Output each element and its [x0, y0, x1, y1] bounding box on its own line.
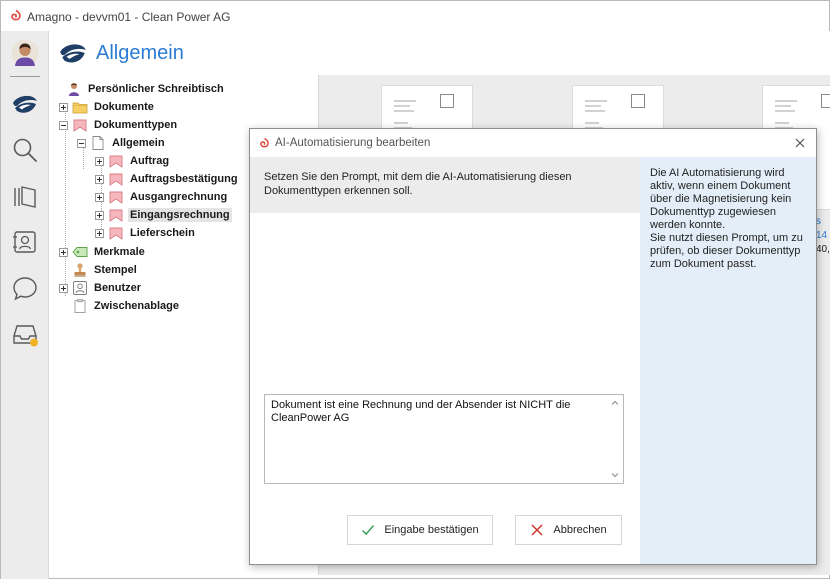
tree-item-label: Benutzer [94, 282, 142, 294]
expand-icon[interactable] [95, 174, 104, 184]
tree-item-zwischenablage[interactable]: Zwischenablage [59, 297, 181, 315]
preview-edge-text-1: s 14 [816, 216, 828, 241]
tree-item-label: Persönlicher Schreibtisch [88, 83, 224, 95]
tree-item-label: Zwischenablage [94, 300, 179, 312]
tree-item-stempel[interactable]: Stempel [59, 261, 139, 279]
folder-icon [72, 102, 88, 114]
amagno-logo-icon [60, 44, 86, 63]
bookmark-icon [109, 227, 123, 240]
collapse-icon[interactable] [77, 138, 86, 148]
amagno-app-icon [11, 10, 21, 21]
cancel-x-icon [531, 524, 543, 536]
scroll-down-icon[interactable] [611, 471, 619, 479]
bookmark-icon [109, 155, 123, 168]
close-icon[interactable] [793, 136, 807, 150]
expand-icon[interactable] [59, 283, 68, 293]
cancel-button-label: Abbrechen [553, 524, 607, 536]
window-title: Amagno - devvm01 - Clean Power AG [27, 10, 231, 24]
bookmark-icon [109, 209, 123, 222]
dialog-titlebar: AI-Automatisierung bearbeiten [250, 129, 816, 157]
tree-item-dokumente[interactable]: Dokumente [59, 98, 156, 116]
clipboard-icon [74, 299, 86, 313]
page-title: Allgemein [96, 42, 184, 64]
tree-item-benutzer[interactable]: Benutzer [59, 279, 143, 297]
scroll-up-icon[interactable] [611, 399, 619, 407]
preview-edge-text-2: 40, [816, 244, 830, 255]
expand-icon[interactable] [95, 228, 104, 238]
tree-item-label: Ausgangrechnung [130, 191, 228, 203]
prompt-instruction-label: Setzen Sie den Prompt, mit dem die AI-Au… [264, 171, 572, 197]
tag-icon [72, 247, 88, 257]
expand-icon[interactable] [59, 102, 68, 112]
tree-item-label: Lieferschein [130, 227, 195, 239]
checkmark-icon [362, 525, 375, 536]
amagno-logo-icon[interactable] [11, 89, 39, 117]
tree-item-label: Allgemein [112, 137, 165, 149]
contacts-icon[interactable] [11, 228, 39, 256]
stamp-icon [74, 263, 86, 277]
tree-item-auftragsbestaetigung[interactable]: Auftragsbestätigung [95, 170, 240, 188]
expand-icon[interactable] [95, 156, 104, 166]
tree-item-merkmale[interactable]: Merkmale [59, 243, 147, 261]
document-icon [92, 136, 104, 150]
expand-icon[interactable] [95, 192, 104, 202]
window-titlebar: Amagno - devvm01 - Clean Power AG [1, 1, 829, 31]
tree-item-label: Dokumente [94, 101, 154, 113]
person-icon [69, 83, 79, 96]
search-icon[interactable] [11, 136, 39, 164]
prompt-textarea[interactable]: Dokument ist eine Rechnung und der Absen… [264, 394, 624, 484]
prompt-scrollbar[interactable] [607, 395, 623, 483]
prompt-instruction-panel: Setzen Sie den Prompt, mit dem die AI-Au… [250, 157, 640, 213]
info-text-content: Die AI Automatisierung wird aktiv, wenn … [650, 167, 803, 270]
info-text: Die AI Automatisierung wird aktiv, wenn … [650, 167, 812, 271]
tree-item-label: Dokumenttypen [94, 119, 178, 131]
app-window: Amagno - devvm01 - Clean Power AG Allgem… [0, 0, 830, 579]
ai-automation-dialog: AI-Automatisierung bearbeiten Setzen Sie… [249, 128, 817, 565]
preview-edge-text: s 14 40, [816, 215, 830, 257]
confirm-button[interactable]: Eingabe bestätigen [347, 515, 493, 545]
library-icon[interactable] [11, 183, 39, 211]
tree-item-dokumenttypen[interactable]: Dokumenttypen [59, 116, 179, 134]
tree-item-lieferschein[interactable]: Lieferschein [95, 224, 197, 242]
user-icon [73, 281, 87, 295]
tree-item-auftrag[interactable]: Auftrag [95, 152, 171, 170]
bookmark-icon [109, 191, 123, 204]
cancel-button[interactable]: Abbrechen [515, 515, 622, 545]
tree-item-label: Merkmale [94, 246, 145, 258]
confirm-button-label: Eingabe bestätigen [384, 524, 479, 536]
tree-item-persoenlicher-schreibtisch[interactable]: Persönlicher Schreibtisch [53, 80, 226, 98]
tree-item-label: Auftrag [130, 155, 170, 167]
tree-item-label-selected: Eingangsrechnung [128, 208, 232, 222]
chat-icon[interactable] [11, 274, 39, 302]
inbox-icon[interactable] [11, 320, 39, 348]
avatar[interactable] [11, 39, 39, 67]
tree-item-ausgangrechnung[interactable]: Ausgangrechnung [95, 188, 229, 206]
tree-item-eingangsrechnung[interactable]: Eingangsrechnung [95, 206, 232, 224]
bookmark-icon [73, 119, 87, 132]
tree-item-allgemein[interactable]: Allgemein [77, 134, 167, 152]
prompt-text-value: Dokument ist eine Rechnung und der Absen… [271, 399, 571, 424]
expand-icon[interactable] [95, 210, 104, 220]
collapse-icon[interactable] [59, 120, 68, 130]
nav-separator [10, 76, 40, 77]
page-header: Allgemein [50, 31, 830, 75]
tree-item-label: Auftragsbestätigung [130, 173, 238, 185]
info-panel: Die AI Automatisierung wird aktiv, wenn … [640, 157, 816, 564]
tree-item-label: Stempel [94, 264, 137, 276]
amagno-app-icon [260, 138, 269, 148]
bookmark-icon [109, 173, 123, 186]
left-nav-bar [1, 31, 49, 579]
expand-icon[interactable] [59, 247, 68, 257]
dialog-title: AI-Automatisierung bearbeiten [275, 137, 431, 149]
